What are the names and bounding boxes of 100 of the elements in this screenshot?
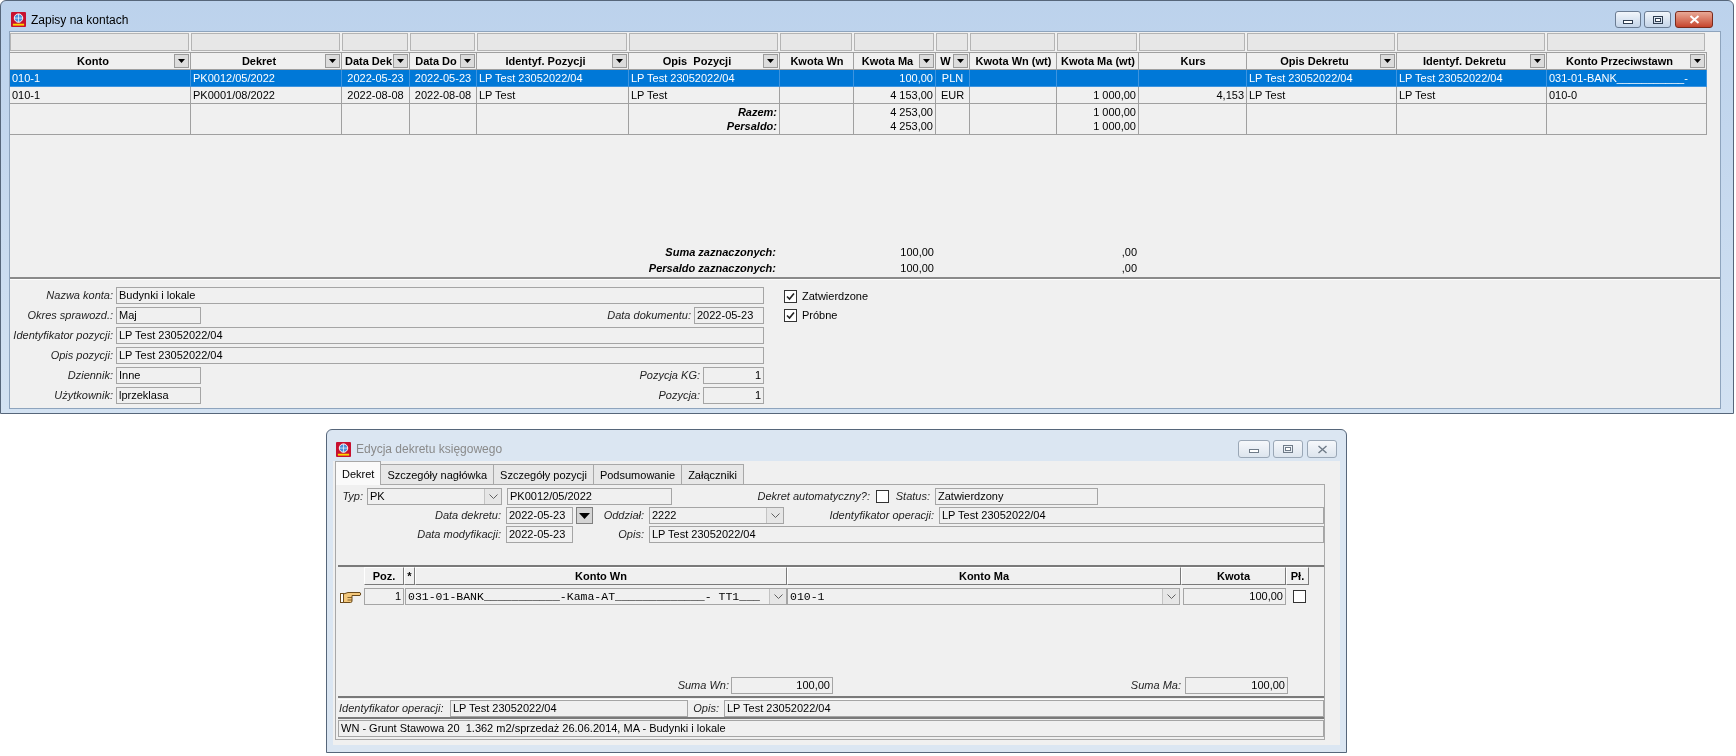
dropdown[interactable]: PK: [367, 488, 502, 505]
close-button[interactable]: [1675, 11, 1713, 28]
filter-button[interactable]: [612, 54, 627, 68]
filter-button[interactable]: [460, 54, 475, 68]
text-field[interactable]: 1: [364, 588, 404, 605]
filter-field[interactable]: [342, 33, 408, 51]
text-field[interactable]: 100,00: [1183, 588, 1286, 605]
column-header[interactable]: Konto Wn: [415, 567, 787, 585]
minimize-button[interactable]: [1615, 11, 1641, 28]
chevron-down-icon: [773, 594, 783, 599]
filter-field[interactable]: [1139, 33, 1245, 51]
column-header[interactable]: Konto Przeciwstawn: [1547, 52, 1707, 70]
column-header[interactable]: Kwota Ma: [854, 52, 936, 70]
column-header[interactable]: Pł.: [1286, 567, 1309, 585]
text-field[interactable]: 100,00: [1185, 677, 1288, 694]
column-header[interactable]: *: [404, 567, 415, 585]
minimize-icon: [1623, 19, 1633, 24]
column-header[interactable]: Kwota Ma (wt): [1057, 52, 1139, 70]
text-field[interactable]: Maj: [116, 307, 201, 324]
tab[interactable]: Załączniki: [681, 464, 745, 485]
tab[interactable]: Szczegóły pozycji: [493, 464, 594, 485]
column-header[interactable]: Kwota: [1181, 567, 1286, 585]
filter-field[interactable]: [477, 33, 627, 51]
text-field[interactable]: Budynki i lokale: [116, 287, 764, 304]
text-field[interactable]: 1: [703, 387, 764, 404]
total-value: 1 000,00: [1093, 105, 1136, 119]
dropdown[interactable]: 031-01-BANK___________-Kama-AT_____________- TT1___: [405, 588, 787, 605]
table-row[interactable]: 010-1 PK0001/08/2022 2022-08-08 2022-08-08 LP Test LP Test 4 153,00 EUR 1 000,00 4,153 LP Test LP Test 010-0: [10, 87, 1707, 104]
filter-field[interactable]: [970, 33, 1055, 51]
dropdown[interactable]: 2222: [649, 507, 784, 524]
column-header[interactable]: Poz.: [364, 567, 404, 585]
table-cell: [410, 104, 477, 135]
caret-down-icon: [616, 59, 623, 63]
column-header[interactable]: Identyf. Dekretu: [1397, 52, 1547, 70]
text-field[interactable]: LP Test 23052022/04: [116, 327, 764, 344]
filter-field[interactable]: [854, 33, 934, 51]
text-field[interactable]: 2022-05-23: [694, 307, 764, 324]
field-label: Identyfikator operacji:: [339, 700, 444, 716]
text-field[interactable]: LP Test 23052022/04: [116, 347, 764, 364]
text-field[interactable]: LP Test 23052022/04: [939, 507, 1324, 524]
maximize-button[interactable]: [1644, 11, 1671, 28]
filter-button[interactable]: [174, 54, 189, 68]
text-field[interactable]: 100,00: [731, 677, 833, 694]
text-field[interactable]: LP Test 23052022/04: [649, 526, 1324, 543]
caret-down-icon: [178, 59, 185, 63]
text-field[interactable]: Zatwierdzony: [935, 488, 1098, 505]
filter-button[interactable]: [1690, 54, 1705, 68]
text-field[interactable]: lprzeklasa: [116, 387, 201, 404]
text-field[interactable]: WN - Grunt Stawowa 20 1.362 m2/sprzedaż 26.06.2014, MA - Budynki i lokale: [338, 720, 1324, 737]
filter-field[interactable]: [1247, 33, 1395, 51]
column-header[interactable]: Data Do: [410, 52, 477, 70]
column-header[interactable]: Dekret: [191, 52, 342, 70]
sum-value: 100,00: [900, 244, 934, 260]
checkbox[interactable]: [784, 309, 797, 322]
checkbox[interactable]: [876, 490, 889, 503]
maximize-icon: [1652, 15, 1663, 24]
filter-button[interactable]: [1530, 54, 1545, 68]
filter-button[interactable]: [393, 54, 408, 68]
caret-down-icon: [1534, 59, 1541, 63]
column-header[interactable]: Identyf. Pozycji: [477, 52, 629, 70]
column-header[interactable]: Data Dek: [342, 52, 410, 70]
column-header[interactable]: Kwota Wn (wt): [970, 52, 1057, 70]
filter-field[interactable]: [1057, 33, 1137, 51]
text-field[interactable]: Inne: [116, 367, 201, 384]
filter-field[interactable]: [936, 33, 968, 51]
filter-field[interactable]: [10, 33, 189, 51]
filter-field[interactable]: [1397, 33, 1545, 51]
filter-field[interactable]: [1547, 33, 1705, 51]
column-header[interactable]: Opis Pozycji: [629, 52, 780, 70]
filter-button[interactable]: [1380, 54, 1395, 68]
filter-button[interactable]: [325, 54, 340, 68]
column-header[interactable]: Opis Dekretu: [1247, 52, 1397, 70]
checkbox[interactable]: [784, 290, 797, 303]
filter-button[interactable]: [763, 54, 778, 68]
text-field[interactable]: 1: [703, 367, 764, 384]
tab[interactable]: Dekret: [335, 461, 382, 485]
table-cell: LP Test: [477, 87, 629, 104]
text-field[interactable]: 2022-05-23: [506, 507, 573, 524]
filter-field[interactable]: [191, 33, 340, 51]
caret-down-icon: [767, 59, 774, 63]
field-label: Status:: [895, 489, 930, 505]
column-header[interactable]: Kurs: [1139, 52, 1247, 70]
table-row[interactable]: 010-1 PK0012/05/2022 2022-05-23 2022-05-23 LP Test 23052022/04 LP Test 23052022/04 100,00 PLN LP Test 23052022/04 LP Test 23052022/04 031-01-BANK___________-: [10, 70, 1707, 87]
checkbox[interactable]: [1293, 590, 1306, 603]
filter-field[interactable]: [780, 33, 852, 51]
column-header[interactable]: Kwota Wn: [780, 52, 854, 70]
filter-button[interactable]: [953, 54, 968, 68]
dropdown[interactable]: 010-1: [787, 588, 1180, 605]
filter-field[interactable]: [410, 33, 475, 51]
column-header[interactable]: Konto Ma: [787, 567, 1181, 585]
table-cell: 2022-05-23: [410, 70, 477, 87]
filter-button[interactable]: [919, 54, 934, 68]
column-header[interactable]: Konto: [10, 52, 191, 70]
text-field[interactable]: PK0012/05/2022: [507, 488, 672, 505]
column-header[interactable]: W: [936, 52, 970, 70]
filter-field[interactable]: [629, 33, 778, 51]
checkbox-label: Zatwierdzone: [802, 289, 869, 305]
text-field[interactable]: 2022-05-23: [506, 526, 573, 543]
field-label: Identyfikator pozycji:: [13, 328, 113, 344]
dropdown-button[interactable]: [576, 507, 593, 524]
